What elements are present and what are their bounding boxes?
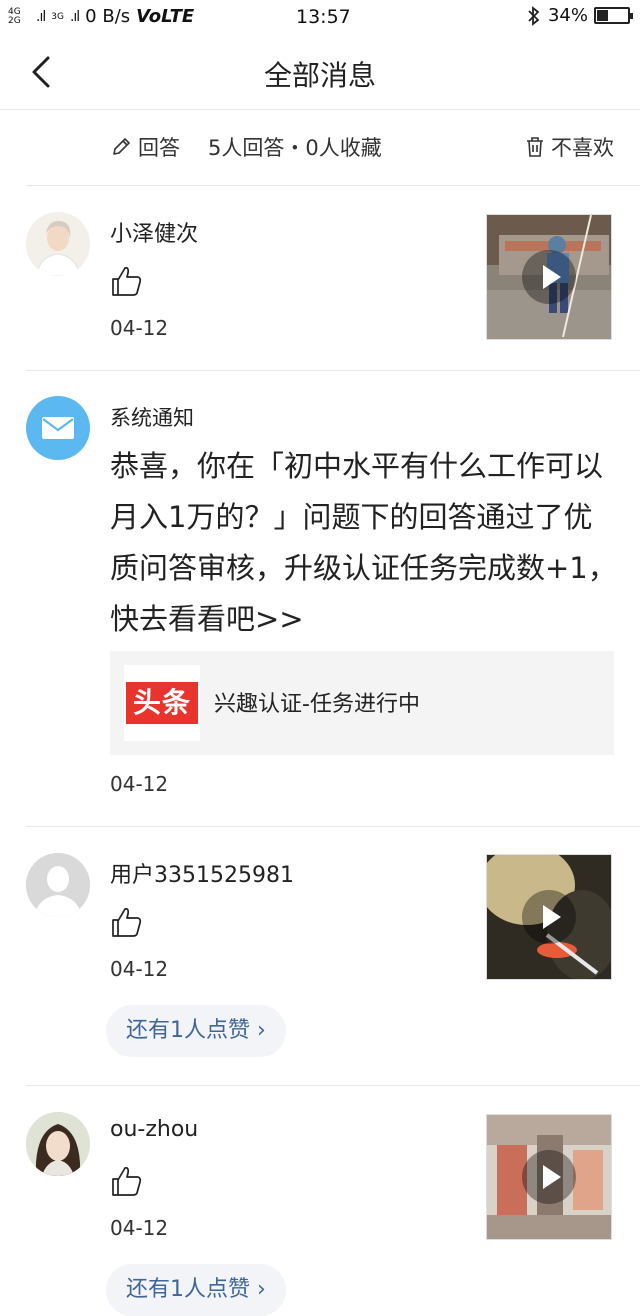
bluetooth-icon [528, 5, 540, 26]
signal-icon: .ıl [36, 8, 46, 25]
network-3g: 3G [51, 11, 64, 22]
answer-stats: 5人回答・0人收藏 [208, 136, 382, 160]
system-notice-avatar[interactable] [26, 396, 90, 460]
battery-icon [594, 7, 633, 24]
video-thumbnail[interactable] [486, 1114, 612, 1240]
task-card[interactable]: 头条 兴趣认证-任务进行中 [110, 651, 614, 755]
page-title: 全部消息 [263, 59, 376, 92]
signal-icon-2: .ıl [69, 8, 80, 25]
thumbs-up-icon [112, 908, 142, 937]
answer-summary-bar: 回答 5人回答・0人收藏 不喜欢 [0, 110, 640, 186]
play-icon[interactable] [522, 250, 576, 304]
mail-icon [42, 417, 74, 439]
answer-button[interactable]: 回答 [110, 132, 180, 162]
message-date: 04-12 [110, 316, 169, 340]
avatar[interactable] [26, 212, 90, 276]
dislike-button[interactable]: 不喜欢 [525, 132, 614, 162]
video-thumbnail[interactable] [486, 854, 612, 980]
answer-label: 回答 [138, 136, 180, 160]
sender-name[interactable]: 系统通知 [110, 402, 194, 432]
divider [26, 1085, 640, 1086]
thumbs-up-icon [112, 1167, 142, 1196]
video-thumbnail[interactable] [486, 214, 612, 340]
more-likes-button[interactable]: 还有1人点赞 › [106, 1005, 286, 1057]
user-name[interactable]: ou-zhou [110, 1117, 198, 1142]
toutiao-logo: 头条 [124, 665, 200, 741]
notice-body[interactable]: 恭喜，你在「初中水平有什么工作可以月入1万的？」问题下的回答通过了优质问答审核，… [110, 441, 620, 645]
divider [26, 185, 640, 186]
divider [26, 826, 640, 827]
dislike-label: 不喜欢 [551, 136, 614, 160]
message-date: 04-12 [110, 772, 169, 796]
network-2g: 2G [8, 15, 21, 26]
status-bar: 4G 2G .ıl 3G .ıl 0 B/s VoLTE 13:57 34% [0, 0, 640, 34]
divider [26, 370, 640, 371]
trash-icon [527, 137, 543, 157]
header: 全部消息 [0, 34, 640, 110]
more-likes-button[interactable]: 还有1人点赞 › [106, 1264, 286, 1316]
thumbs-up-icon [112, 267, 142, 296]
message-date: 04-12 [110, 1216, 169, 1240]
network-type: 4G 2G [8, 7, 30, 26]
play-icon[interactable] [522, 1150, 576, 1204]
user-name[interactable]: 用户3351525981 [110, 857, 294, 889]
play-icon[interactable] [522, 890, 576, 944]
clock: 13:57 [296, 6, 351, 28]
user-silhouette-icon [26, 853, 90, 917]
default-avatar[interactable] [26, 853, 90, 917]
user-name[interactable]: 小泽健次 [110, 216, 198, 248]
card-title: 兴趣认证-任务进行中 [214, 692, 420, 717]
pencil-icon [113, 138, 130, 155]
volte-label: VoLTE [136, 6, 195, 27]
net-speed: 0 B/s [85, 6, 131, 27]
avatar[interactable] [26, 1112, 90, 1176]
message-date: 04-12 [110, 957, 169, 981]
toutiao-logo-text: 头条 [126, 682, 198, 724]
battery-percent: 34% [547, 5, 588, 26]
